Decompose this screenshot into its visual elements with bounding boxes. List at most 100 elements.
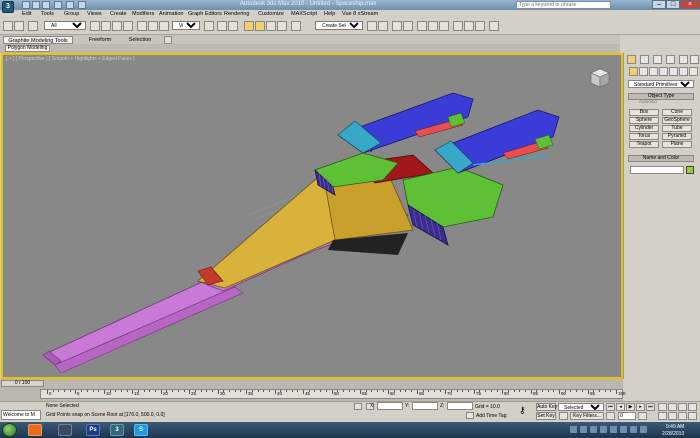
clock-date[interactable]: 2/28/2010 — [662, 431, 684, 437]
key-mode-dropdown[interactable]: Selected — [558, 403, 604, 411]
tray-icon-4[interactable] — [600, 426, 607, 433]
motion-tab-icon[interactable] — [666, 55, 675, 64]
maximize-viewport-icon[interactable] — [688, 412, 697, 420]
redo-tool-icon[interactable] — [14, 21, 24, 31]
box-button[interactable]: Box — [629, 109, 659, 116]
material-editor-icon[interactable] — [439, 21, 449, 31]
keyboard-shortcut-icon[interactable] — [228, 21, 238, 31]
maximize-button[interactable]: □ — [666, 0, 680, 9]
time-slider[interactable]: 0 / 100 — [1, 380, 44, 387]
undo-tool-icon[interactable] — [3, 21, 13, 31]
redo-icon[interactable] — [66, 1, 74, 9]
zoom-extents-icon[interactable] — [678, 403, 687, 411]
auto-key-button[interactable]: Auto Key — [536, 403, 557, 411]
flag-icon[interactable] — [640, 426, 647, 433]
time-configuration-icon[interactable] — [638, 412, 647, 420]
default-in-out-icon[interactable] — [559, 412, 568, 420]
rendered-frame-window-icon[interactable] — [464, 21, 474, 31]
y-coordinate-field[interactable] — [412, 402, 438, 410]
previous-frame-icon[interactable]: ◂ — [616, 403, 625, 411]
vue-icon[interactable] — [489, 21, 499, 31]
menu-maxscript[interactable]: MAXScript — [291, 10, 317, 18]
app-logo-icon[interactable]: 3 — [2, 1, 14, 13]
menu-modifiers[interactable]: Modifiers — [132, 10, 154, 18]
space-warps-icon[interactable] — [679, 67, 688, 76]
menu-group[interactable]: Group — [64, 10, 79, 18]
perspective-viewport[interactable]: [ + ] [ Perspective ] [ Smooth + Highlig… — [1, 53, 623, 379]
z-coordinate-field[interactable] — [447, 402, 473, 410]
systems-icon[interactable] — [689, 67, 698, 76]
select-object-icon[interactable] — [90, 21, 100, 31]
menu-graph-editors[interactable]: Graph Editors — [188, 10, 222, 18]
explorer-icon[interactable] — [58, 424, 72, 436]
mirror-icon[interactable] — [367, 21, 377, 31]
undo-icon[interactable] — [54, 1, 62, 9]
lights-icon[interactable] — [649, 67, 658, 76]
hierarchy-tab-icon[interactable] — [653, 55, 662, 64]
volume-icon[interactable] — [630, 426, 637, 433]
minimize-button[interactable]: – — [652, 0, 666, 9]
menu-customize[interactable]: Customize — [258, 10, 284, 18]
window-crossing-icon[interactable] — [123, 21, 133, 31]
search-input[interactable] — [516, 1, 611, 9]
cylinder-button[interactable]: Cylinder — [629, 125, 659, 132]
select-and-move-icon[interactable] — [137, 21, 147, 31]
save-file-icon[interactable] — [42, 1, 50, 9]
new-file-icon[interactable] — [22, 1, 30, 9]
field-of-view-icon[interactable] — [658, 412, 667, 420]
x-coordinate-field[interactable] — [377, 402, 403, 410]
select-by-name-icon[interactable] — [101, 21, 111, 31]
snaps-toggle-icon[interactable] — [244, 21, 254, 31]
cone-button[interactable]: Cone — [662, 109, 692, 116]
plane-button[interactable]: Plane — [662, 141, 692, 148]
network-icon[interactable] — [620, 426, 627, 433]
cameras-icon[interactable] — [659, 67, 668, 76]
selection-filter-dropdown[interactable]: All — [44, 21, 86, 30]
helpers-icon[interactable] — [669, 67, 678, 76]
spaceship-model[interactable] — [3, 55, 623, 379]
key-filters-button[interactable]: Key Filters... — [570, 412, 604, 420]
orbit-icon[interactable] — [678, 412, 687, 420]
select-and-scale-icon[interactable] — [159, 21, 169, 31]
menu-edit[interactable]: Edit — [22, 10, 31, 18]
object-name-input[interactable] — [630, 166, 684, 174]
rectangular-selection-icon[interactable] — [112, 21, 122, 31]
menu-tools[interactable]: Tools — [41, 10, 54, 18]
sphere-button[interactable]: Sphere — [629, 117, 659, 124]
pan-view-icon[interactable] — [668, 412, 677, 420]
tab-selection[interactable]: Selection — [122, 36, 158, 44]
schematic-view-icon[interactable] — [428, 21, 438, 31]
tray-icon-2[interactable] — [580, 426, 587, 433]
zoom-extents-all-icon[interactable] — [688, 403, 697, 411]
add-time-tag[interactable]: Add Time Tag — [476, 413, 506, 419]
tab-graphite-modeling-tools[interactable]: Graphite Modeling Tools — [3, 36, 73, 44]
name-and-color-rollout[interactable]: Name and Color — [628, 155, 694, 162]
polygon-modeling-button[interactable]: Polygon Modeling — [5, 45, 50, 52]
menu-rendering[interactable]: Rendering — [224, 10, 249, 18]
menu-vue-xstream[interactable]: Vue 8 xStream — [342, 10, 378, 18]
pivot-center-icon[interactable] — [204, 21, 214, 31]
maxscript-listener[interactable]: Welcome to M — [1, 410, 41, 420]
named-selection-set-dropdown[interactable]: Create Selection Se — [315, 21, 363, 30]
render-production-icon[interactable] — [475, 21, 485, 31]
torus-button[interactable]: Torus — [629, 133, 659, 140]
3ds-max-taskbar-icon[interactable]: 3 — [110, 424, 124, 436]
start-button[interactable] — [2, 423, 17, 437]
ribbon-options-icon[interactable] — [164, 36, 172, 44]
key-mode-toggle-icon[interactable] — [606, 412, 615, 420]
project-folder-icon[interactable] — [78, 1, 86, 9]
autogrid-checkbox[interactable]: AutoGrid — [639, 99, 657, 104]
reference-coordinate-dropdown[interactable]: View — [172, 21, 200, 30]
geometry-icon[interactable] — [629, 67, 638, 76]
skype-icon[interactable]: S — [134, 424, 148, 436]
teapot-button[interactable]: Teapot — [629, 141, 659, 148]
display-tab-icon[interactable] — [679, 55, 688, 64]
tab-freeform[interactable]: Freeform — [82, 36, 118, 44]
current-frame-field[interactable] — [618, 412, 636, 420]
object-color-swatch[interactable] — [686, 166, 694, 174]
primitive-type-dropdown[interactable]: Standard Primitives — [628, 80, 694, 88]
open-file-icon[interactable] — [32, 1, 40, 9]
photoshop-icon[interactable]: Ps — [86, 424, 100, 436]
align-icon[interactable] — [378, 21, 388, 31]
shapes-icon[interactable] — [639, 67, 648, 76]
